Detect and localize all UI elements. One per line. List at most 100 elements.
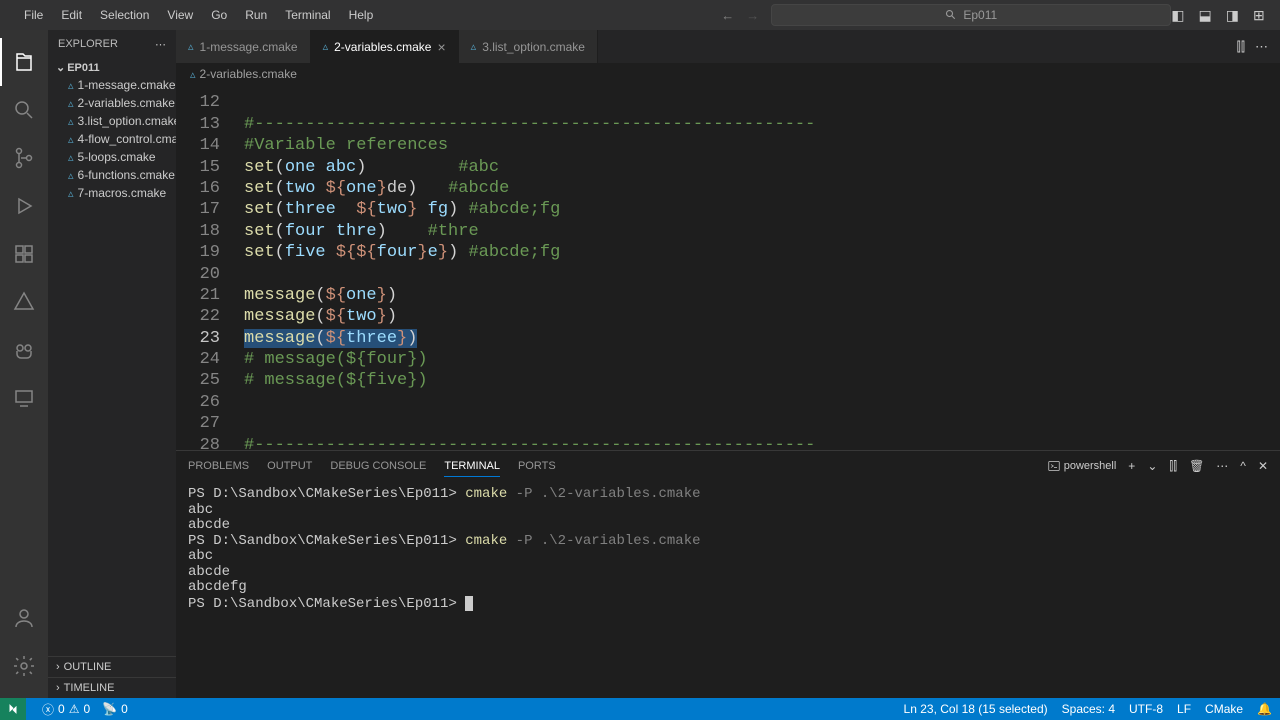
layout-sidebar-left-icon[interactable]: ◧ [1171,7,1184,24]
explorer-icon[interactable] [0,38,48,86]
sidebar-header: EXPLORER ⋯ [48,30,176,59]
remote-indicator[interactable] [0,698,26,720]
cmake-file-icon: ▵ [68,133,74,146]
panel-more-icon[interactable]: ⋯ [1216,459,1228,473]
sidebar: EXPLORER ⋯ ⌄ EP011 ▵1-message.cmake ▵2-v… [48,30,176,698]
run-debug-icon[interactable] [0,182,48,230]
cmake-icon[interactable] [0,278,48,326]
nav-forward-icon[interactable]: → [746,8,759,23]
search-icon[interactable] [0,86,48,134]
cmake-file-icon: ▵ [68,151,74,164]
remote-explorer-icon[interactable] [0,374,48,422]
cmake-file-icon: ▵ [188,40,194,53]
activity-bar [0,30,48,698]
status-eol[interactable]: LF [1177,702,1191,716]
file-item[interactable]: ▵3.list_option.cmake [48,112,176,130]
close-icon[interactable]: × [437,39,445,55]
status-cursor-position[interactable]: Ln 23, Col 18 (15 selected) [904,702,1048,716]
search-icon [945,9,957,21]
chevron-right-icon: › [56,682,60,694]
folder-name: EP011 [67,62,99,74]
editor-area: ▵1-message.cmake ▵2-variables.cmake× ▵3.… [176,30,1280,698]
file-item[interactable]: ▵7-macros.cmake [48,184,176,202]
timeline-section[interactable]: ›TIMELINE [48,677,176,698]
bottom-panel: PROBLEMS OUTPUT DEBUG CONSOLE TERMINAL P… [176,450,1280,698]
close-panel-icon[interactable]: ✕ [1258,459,1268,473]
editor-more-icon[interactable]: ⋯ [1255,39,1268,55]
outline-section[interactable]: ›OUTLINE [48,656,176,677]
nav-group: ← → [721,8,759,23]
menu-view[interactable]: View [159,4,201,26]
status-bar: ⓧ 0 ⚠ 0 📡 0 Ln 23, Col 18 (15 selected) … [0,698,1280,720]
line-gutter: 121314151617181920212223242526272829 [176,85,238,450]
search-text: Ep011 [963,8,997,22]
cmake-file-icon: ▵ [68,115,74,128]
new-terminal-icon[interactable]: + [1128,459,1135,473]
kill-terminal-icon[interactable]: 🗑 [1189,459,1204,473]
file-tree: ▵1-message.cmake ▵2-variables.cmake ▵3.l… [48,76,176,656]
layout-panel-icon[interactable]: ⬓ [1199,7,1212,24]
extensions-icon[interactable] [0,230,48,278]
layout-customize-icon[interactable]: ⊞ [1253,7,1265,24]
sidebar-title: EXPLORER [58,38,118,51]
code-content[interactable]: that further.#--------------------------… [238,85,1280,450]
nav-back-icon[interactable]: ← [721,8,734,23]
split-editor-icon[interactable]: ⫿⫿ [1237,39,1245,55]
status-notifications-icon[interactable]: 🔔 [1257,702,1272,716]
copilot-icon[interactable] [0,326,48,374]
panel-tab-ports[interactable]: PORTS [518,456,556,476]
cmake-file-icon: ▵ [68,169,74,182]
status-indentation[interactable]: Spaces: 4 [1062,702,1115,716]
layout-controls: ◧ ⬓ ◨ ⊞ ─ ☐ ✕ [1171,7,1280,24]
accounts-icon[interactable] [0,594,48,642]
editor-tab[interactable]: ▵3.list_option.cmake [459,30,598,63]
file-item[interactable]: ▵4-flow_control.cmake [48,130,176,148]
terminal-shell-label[interactable]: powershell [1048,460,1117,472]
sidebar-more-icon[interactable]: ⋯ [155,38,166,51]
editor-tab[interactable]: ▵2-variables.cmake× [311,30,459,63]
panel-tab-terminal[interactable]: TERMINAL [444,456,500,477]
folder-header[interactable]: ⌄ EP011 [48,59,176,76]
chevron-down-icon: ⌄ [56,61,65,74]
file-item[interactable]: ▵1-message.cmake [48,76,176,94]
status-encoding[interactable]: UTF-8 [1129,702,1163,716]
titlebar: File Edit Selection View Go Run Terminal… [0,0,1280,30]
panel-tab-problems[interactable]: PROBLEMS [188,456,249,476]
menu-edit[interactable]: Edit [53,4,90,26]
menu-go[interactable]: Go [203,4,235,26]
panel-tab-debug-console[interactable]: DEBUG CONSOLE [330,456,426,476]
command-center[interactable]: Ep011 [771,4,1171,26]
file-item[interactable]: ▵5-loops.cmake [48,148,176,166]
source-control-icon[interactable] [0,134,48,182]
menu-file[interactable]: File [16,4,51,26]
cmake-file-icon: ▵ [323,40,329,53]
terminal-icon [1048,460,1060,472]
breadcrumb[interactable]: ▵ 2-variables.cmake [176,63,1280,85]
split-terminal-icon[interactable]: ⫿⫿ [1169,459,1177,474]
file-item[interactable]: ▵6-functions.cmake [48,166,176,184]
cmake-file-icon: ▵ [68,97,74,110]
layout-sidebar-right-icon[interactable]: ◨ [1226,7,1239,24]
terminal-dropdown-icon[interactable]: ⌄ [1147,459,1157,473]
file-item[interactable]: ▵2-variables.cmake [48,94,176,112]
status-language[interactable]: CMake [1205,702,1243,716]
status-ports[interactable]: 📡 0 [102,702,128,716]
code-editor[interactable]: 121314151617181920212223242526272829 tha… [176,85,1280,450]
editor-tab[interactable]: ▵1-message.cmake [176,30,311,63]
settings-icon[interactable] [0,642,48,690]
cmake-file-icon: ▵ [68,187,74,200]
cmake-file-icon: ▵ [190,68,196,81]
chevron-right-icon: › [56,661,60,673]
panel-tabs: PROBLEMS OUTPUT DEBUG CONSOLE TERMINAL P… [176,451,1280,481]
menu-terminal[interactable]: Terminal [277,4,338,26]
menu-selection[interactable]: Selection [92,4,157,26]
status-errors[interactable]: ⓧ 0 ⚠ 0 [42,701,90,718]
menu-bar: File Edit Selection View Go Run Terminal… [16,4,381,26]
cmake-file-icon: ▵ [471,40,477,53]
maximize-panel-icon[interactable]: ^ [1240,459,1246,473]
panel-tab-output[interactable]: OUTPUT [267,456,312,476]
menu-help[interactable]: Help [341,4,382,26]
terminal-content[interactable]: PS D:\Sandbox\CMakeSeries\Ep011> cmake -… [176,481,1280,698]
menu-run[interactable]: Run [237,4,275,26]
editor-tabs: ▵1-message.cmake ▵2-variables.cmake× ▵3.… [176,30,1280,63]
